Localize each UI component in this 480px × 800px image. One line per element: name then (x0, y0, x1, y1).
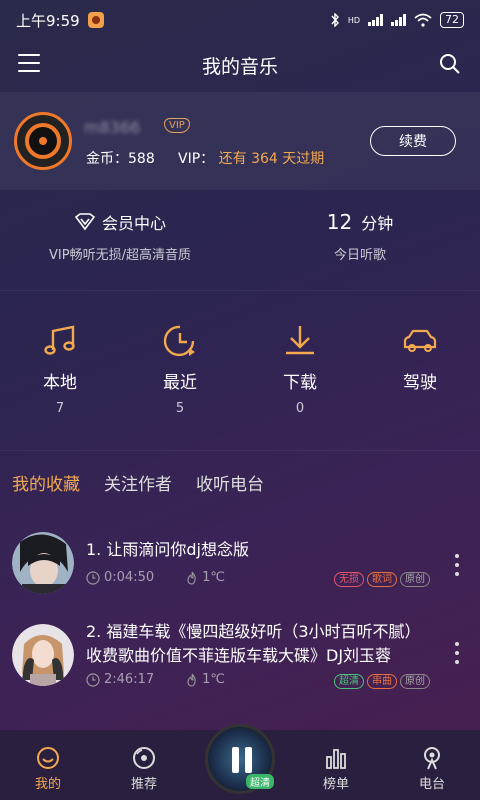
collection-tabs: 我的收藏 关注作者 收听电台 (12, 470, 264, 495)
bluetooth-icon (331, 13, 339, 27)
app-notification-icon (87, 12, 104, 28)
coins-value: 588 (128, 151, 155, 167)
song-heat: 1℃ (202, 570, 225, 585)
song-cover (12, 532, 74, 594)
tag-original: 原创 (400, 572, 430, 587)
status-time: 上午9:59 (16, 11, 80, 30)
clock-icon (86, 672, 100, 687)
nav-charts[interactable]: 榜单 (288, 739, 384, 792)
song-duration: 2:46:17 (104, 672, 155, 687)
tag-original: 原创 (400, 674, 430, 689)
car-icon (403, 329, 437, 352)
download-icon (286, 326, 314, 355)
wifi-icon (414, 13, 432, 27)
song-cover (12, 624, 74, 686)
signal-icon-2 (391, 14, 406, 26)
hd-label: HD (347, 15, 360, 25)
shortcut-drive[interactable]: 驾驶 (360, 322, 480, 432)
vip-expiry-info: VIP： 还有 364 天过期 (178, 151, 325, 167)
flame-icon (187, 673, 196, 687)
avatar[interactable] (14, 112, 72, 170)
clock-icon (86, 570, 100, 585)
tag-hd: 超清 (334, 674, 364, 689)
vip-days: 364 (251, 151, 278, 167)
now-playing-disc[interactable]: 超清 (205, 724, 275, 794)
member-center[interactable]: 会员中心 VIP畅听无损/超高清音质 (0, 210, 240, 263)
member-center-subtitle: VIP畅听无损/超高清音质 (49, 248, 191, 263)
disc-icon (133, 746, 155, 769)
song-tags: 无损 歌词 原创 (334, 572, 430, 587)
coins-info: 金币：588 (86, 151, 155, 167)
tab-followed-authors[interactable]: 关注作者 (104, 470, 172, 495)
song-duration: 0:04:50 (104, 570, 155, 585)
song-meta: 0:04:50 1℃ (86, 570, 225, 585)
shortcut-download[interactable]: 下载 0 (240, 322, 360, 432)
song-title[interactable]: 1. 让雨滴问你dj想念版 (86, 538, 436, 562)
battery-indicator: 72 (440, 12, 464, 28)
nav-recommend[interactable]: 推荐 (96, 739, 192, 792)
more-options-icon[interactable] (454, 554, 460, 576)
divider (0, 450, 480, 451)
song-meta: 2:46:17 1℃ (86, 672, 225, 687)
tab-favorites[interactable]: 我的收藏 (12, 470, 80, 495)
flame-icon (187, 571, 196, 585)
list-item[interactable]: 1. 让雨滴问你dj想念版 0:04:50 1℃ 无损 歌词 原创 (0, 524, 480, 620)
vip-badge: VIP (164, 118, 190, 133)
vip-diamond-icon (74, 213, 96, 231)
app-header: 我的音乐 (0, 40, 480, 90)
member-row: 会员中心 VIP畅听无损/超高清音质 12 分钟 今日听歌 (0, 196, 480, 288)
divider (0, 290, 480, 291)
nav-mine[interactable]: 我的 (0, 739, 96, 792)
list-item[interactable]: 2. 福建车载《慢四超级好听（3小时百听不腻）收费歌曲价值不菲连版车载大碟》DJ… (0, 616, 480, 716)
song-heat: 1℃ (202, 672, 225, 687)
music-note-icon (44, 325, 75, 355)
song-tags: 超清 串曲 原创 (334, 674, 430, 689)
profile-card: m8366 VIP 金币：588 VIP： 还有 364 天过期 续费 (0, 92, 480, 190)
member-center-title: 会员中心 (101, 214, 166, 233)
nav-radio[interactable]: 电台 (384, 739, 480, 792)
pause-icon[interactable] (232, 747, 252, 773)
tag-lyrics: 歌词 (367, 572, 397, 587)
shortcut-recent[interactable]: 最近 5 (120, 322, 240, 432)
more-options-icon[interactable] (454, 642, 460, 664)
status-bar: 上午9:59 HD 72 (0, 0, 480, 40)
tab-radio[interactable]: 收听电台 (196, 470, 264, 495)
status-icons: HD 72 (330, 12, 464, 28)
listen-unit: 分钟 (361, 214, 394, 233)
radio-icon (424, 746, 440, 769)
signal-icon (368, 14, 383, 26)
recent-clock-icon (163, 325, 195, 357)
listen-today[interactable]: 12 分钟 今日听歌 (240, 210, 480, 263)
shortcut-local[interactable]: 本地 7 (0, 322, 120, 432)
smile-icon (37, 746, 59, 769)
tag-lossless: 无损 (334, 572, 364, 587)
listen-subtitle: 今日听歌 (333, 248, 386, 263)
tag-medley: 串曲 (367, 674, 397, 689)
listen-minutes: 12 (326, 210, 353, 234)
chart-bars-icon (326, 748, 346, 769)
username[interactable]: m8366 (84, 118, 140, 137)
renew-button[interactable]: 续费 (370, 126, 456, 156)
quality-badge: 超清 (246, 774, 274, 789)
search-icon[interactable] (438, 52, 462, 76)
menu-icon[interactable] (18, 54, 40, 74)
shortcut-grid: 本地 7 最近 5 下载 0 驾驶 (0, 322, 480, 432)
page-title: 我的音乐 (201, 55, 278, 78)
song-title[interactable]: 2. 福建车载《慢四超级好听（3小时百听不腻）收费歌曲价值不菲连版车载大碟》DJ… (86, 620, 436, 668)
